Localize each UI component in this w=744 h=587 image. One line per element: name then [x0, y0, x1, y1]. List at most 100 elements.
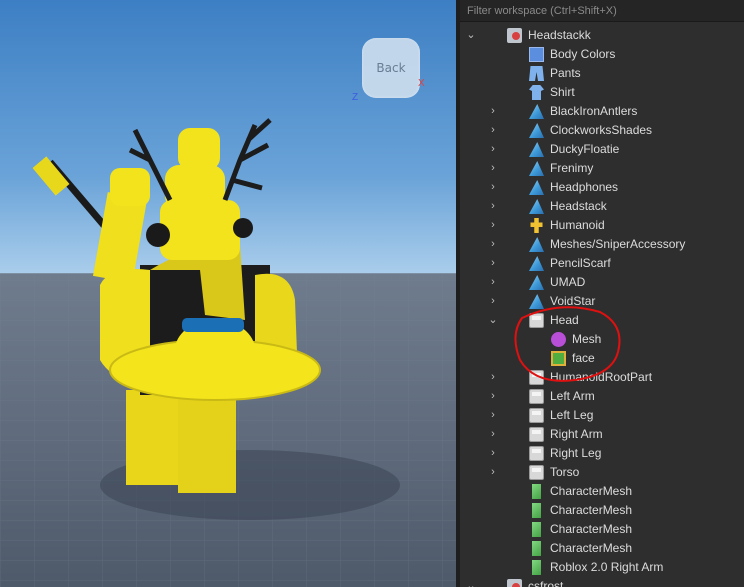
tree-item[interactable]: face: [460, 349, 744, 368]
tree-item[interactable]: CharacterMesh: [460, 501, 744, 520]
tree-item-label: Frenimy: [550, 161, 594, 175]
tree-item-label: Right Arm: [550, 427, 603, 441]
tree-item[interactable]: › UMAD: [460, 273, 744, 292]
right-leg: [178, 395, 236, 493]
part-icon: [529, 370, 544, 385]
tree-item-label: CharacterMesh: [550, 484, 633, 498]
chevron-right-icon[interactable]: ›: [487, 368, 499, 387]
headphones: [146, 223, 170, 247]
tree-item[interactable]: › Frenimy: [460, 159, 744, 178]
accessory-icon: [529, 199, 544, 214]
tree-item[interactable]: › PencilScarf: [460, 254, 744, 273]
tree-item[interactable]: › Humanoid: [460, 216, 744, 235]
tree-item-label: VoidStar: [550, 294, 596, 308]
filter-workspace-input[interactable]: Filter workspace (Ctrl+Shift+X): [460, 0, 744, 22]
character-mesh-icon: [532, 560, 541, 575]
chevron-right-icon[interactable]: ›: [487, 121, 499, 140]
tree-item-label: ClockworksShades: [550, 123, 653, 137]
chevron-right-icon[interactable]: ›: [487, 292, 499, 311]
tree-item[interactable]: ⌄ csfrost: [460, 577, 744, 587]
tree-item[interactable]: CharacterMesh: [460, 482, 744, 501]
tree-item-label: DuckyFloatie: [550, 142, 620, 156]
accessory-icon: [529, 237, 544, 252]
model-icon: [507, 28, 522, 43]
chevron-right-icon[interactable]: ›: [487, 406, 499, 425]
tree-item-label: Left Leg: [550, 408, 594, 422]
tree-item[interactable]: › Right Arm: [460, 425, 744, 444]
chevron-right-icon[interactable]: ›: [487, 216, 499, 235]
tree-item[interactable]: Shirt: [460, 83, 744, 102]
3d-viewport[interactable]: Back X Z: [0, 0, 456, 587]
chevron-right-icon[interactable]: ›: [487, 463, 499, 482]
tree-item[interactable]: › Right Leg: [460, 444, 744, 463]
pants-icon: [529, 66, 544, 81]
tree-item-label: CharacterMesh: [550, 503, 633, 517]
chevron-down-icon[interactable]: ⌄: [465, 577, 477, 587]
tree-item[interactable]: CharacterMesh: [460, 520, 744, 539]
chevron-down-icon[interactable]: ⌄: [465, 26, 477, 45]
tree-item[interactable]: › Meshes/SniperAccessory: [460, 235, 744, 254]
tree-item-label: Mesh: [572, 332, 602, 346]
view-cube[interactable]: Back: [362, 38, 420, 98]
tree-item-label: Shirt: [550, 85, 575, 99]
tree-item[interactable]: ⌄ Headstackk: [460, 26, 744, 45]
tree-item[interactable]: › Headstack: [460, 197, 744, 216]
axis-z-label: Z: [352, 92, 359, 103]
part-icon: [529, 446, 544, 461]
tree-item[interactable]: › Left Arm: [460, 387, 744, 406]
accessory-icon: [529, 123, 544, 138]
tree-item-label: Roblox 2.0 Right Arm: [550, 560, 664, 574]
chevron-right-icon[interactable]: ›: [487, 197, 499, 216]
hand-head: [110, 168, 150, 206]
view-cube-label: Back: [376, 61, 406, 75]
tree-item[interactable]: Mesh: [460, 330, 744, 349]
tree-item[interactable]: › VoidStar: [460, 292, 744, 311]
tree-item-label: CharacterMesh: [550, 541, 633, 555]
headphones-right: [233, 218, 253, 238]
accessory-icon: [529, 294, 544, 309]
accessory-icon: [529, 142, 544, 157]
stacked-head-1: [165, 165, 225, 210]
chevron-right-icon[interactable]: ›: [487, 102, 499, 121]
accessory-icon: [529, 161, 544, 176]
chevron-right-icon[interactable]: ›: [487, 444, 499, 463]
tree-item[interactable]: › Torso: [460, 463, 744, 482]
tree-item-label: csfrost: [528, 579, 564, 587]
tree-item-label: UMAD: [550, 275, 586, 289]
chevron-right-icon[interactable]: ›: [487, 425, 499, 444]
part-icon: [529, 465, 544, 480]
chevron-down-icon[interactable]: ⌄: [487, 311, 499, 330]
chevron-right-icon[interactable]: ›: [487, 159, 499, 178]
tree-item-label: PencilScarf: [550, 256, 611, 270]
tree-item-label: CharacterMesh: [550, 522, 633, 536]
humanoid-icon: [530, 218, 543, 233]
antlers: [222, 118, 272, 201]
tree-item[interactable]: ⌄ Head: [460, 311, 744, 330]
mesh-icon: [551, 332, 566, 347]
chevron-right-icon[interactable]: ›: [487, 387, 499, 406]
tree-item-label: Left Arm: [550, 389, 595, 403]
tree-item[interactable]: Roblox 2.0 Right Arm: [460, 558, 744, 577]
left-leg: [126, 390, 178, 485]
chevron-right-icon[interactable]: ›: [487, 254, 499, 273]
tree-item[interactable]: › Headphones: [460, 178, 744, 197]
tree-item[interactable]: › DuckyFloatie: [460, 140, 744, 159]
tree-item[interactable]: › ClockworksShades: [460, 121, 744, 140]
chevron-right-icon[interactable]: ›: [487, 178, 499, 197]
character-mesh-icon: [532, 484, 541, 499]
tree-item[interactable]: Pants: [460, 64, 744, 83]
character-mesh-icon: [532, 541, 541, 556]
tree-item[interactable]: › Left Leg: [460, 406, 744, 425]
tree-item[interactable]: › HumanoidRootPart: [460, 368, 744, 387]
accessory-icon: [529, 256, 544, 271]
tree-item[interactable]: CharacterMesh: [460, 539, 744, 558]
chevron-right-icon[interactable]: ›: [487, 140, 499, 159]
tree-item[interactable]: › BlackIronAntlers: [460, 102, 744, 121]
chevron-right-icon[interactable]: ›: [487, 273, 499, 292]
explorer-panel: Filter workspace (Ctrl+Shift+X) ⌄ Headsta…: [460, 0, 744, 587]
tree-item-label: BlackIronAntlers: [550, 104, 638, 118]
chevron-right-icon[interactable]: ›: [487, 235, 499, 254]
tree-item-label: Headstackk: [528, 28, 591, 42]
tree-item-label: HumanoidRootPart: [550, 370, 653, 384]
tree-item[interactable]: Body Colors: [460, 45, 744, 64]
